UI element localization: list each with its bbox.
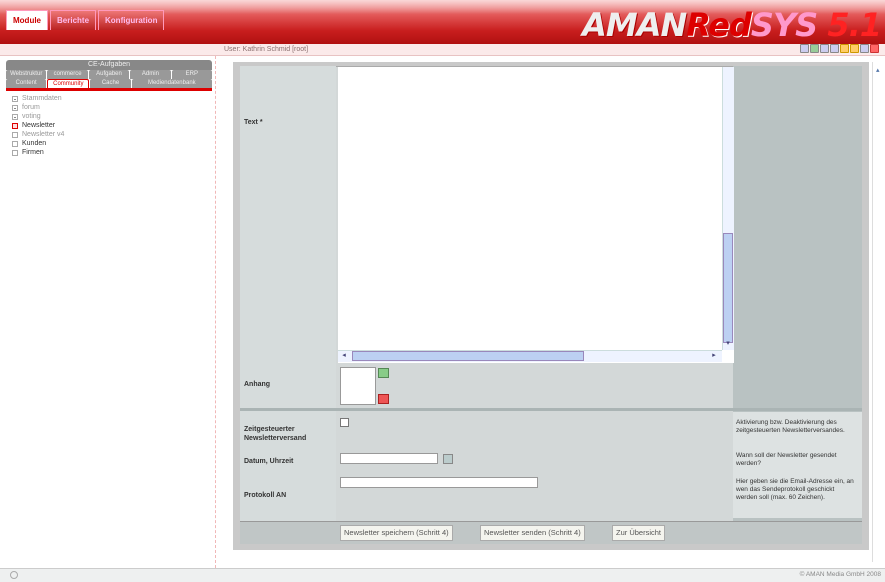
tree-item-newsletter[interactable]: Newsletter <box>12 121 64 130</box>
page-scroll-up-arrow-icon[interactable]: ▴ <box>876 66 880 74</box>
sidebar-tab-mediendatenbank[interactable]: Mediendatenbank <box>131 79 213 88</box>
section-divider <box>240 408 862 411</box>
tab-module[interactable]: Module <box>6 10 48 30</box>
sidebar-tab-commerce[interactable]: commerce <box>47 70 88 79</box>
node-icon <box>12 149 18 156</box>
label-column <box>240 66 336 544</box>
datetime-label: Datum, Uhrzeit <box>244 458 294 465</box>
tab-konfiguration[interactable]: Konfiguration <box>98 10 165 30</box>
sidebar-tab-webstruktur[interactable]: Webstruktur <box>6 70 47 79</box>
sidebar-tab-underline <box>6 88 212 91</box>
status-circle-icon <box>10 571 18 579</box>
scheduled-send-label: Zeitgesteuerter Newsletterversand <box>244 426 307 442</box>
save-newsletter-button[interactable]: Newsletter speichern (Schritt 4) <box>340 525 453 541</box>
sidebar-tab-erp[interactable]: ERP <box>171 70 213 79</box>
help-protocol: Hier geben sie die Email-Adresse ein, an… <box>736 478 854 501</box>
datetime-input[interactable] <box>340 453 438 464</box>
calendar-icon[interactable] <box>443 454 453 464</box>
sidebar-tab-content[interactable]: Content <box>6 79 47 88</box>
attachment-label: Anhang <box>244 381 271 388</box>
attachment-list[interactable] <box>340 367 376 405</box>
sidebar-tab-community[interactable]: Community <box>47 79 90 88</box>
navigation-tree: Stammdaten forum voting Newsletter Newsl… <box>12 94 64 157</box>
node-icon <box>12 131 18 138</box>
text-label: Text * <box>244 119 263 126</box>
tree-item-newsletter-v4[interactable]: Newsletter v4 <box>12 130 64 139</box>
main-tabs: Module Berichte Konfiguration <box>6 10 165 30</box>
active-node-icon <box>12 122 18 129</box>
scroll-left-arrow-icon[interactable]: ◂ <box>339 351 349 361</box>
help-datetime: Wann soll der Newsletter gesendet werden… <box>736 452 837 467</box>
scroll-down-arrow-icon[interactable]: ▾ <box>723 339 733 349</box>
expand-icon[interactable] <box>12 95 18 102</box>
home-icon[interactable] <box>820 44 829 53</box>
sidebar-title[interactable]: CE-Aufgaben <box>6 60 212 70</box>
text-editor[interactable] <box>338 67 734 363</box>
overview-button[interactable]: Zur Übersicht <box>612 525 666 541</box>
send-newsletter-button[interactable]: Newsletter senden (Schritt 4) <box>480 525 585 541</box>
remove-attachment-icon[interactable] <box>378 394 389 404</box>
app-logo: AMANRedSYS 5.1 <box>582 6 882 44</box>
logout-icon[interactable] <box>870 44 879 53</box>
sidebar-tabs-row-1: Webstruktur commerce Aufgaben Admin ERP <box>6 70 213 79</box>
lock-icon[interactable] <box>840 44 849 53</box>
editor-vertical-scroll-thumb[interactable] <box>723 233 733 343</box>
expand-icon[interactable] <box>12 104 18 111</box>
editor-horizontal-scroll-thumb[interactable] <box>352 351 584 361</box>
tab-berichte[interactable]: Berichte <box>50 10 97 30</box>
tree-item-kunden[interactable]: Kunden <box>12 139 64 148</box>
add-attachment-icon[interactable] <box>378 368 389 378</box>
sidebar-tabs-row-2: Content Community Cache Mediendatenbank <box>6 79 213 88</box>
refresh-icon[interactable] <box>810 44 819 53</box>
document-icon[interactable] <box>830 44 839 53</box>
sidebar-tab-admin[interactable]: Admin <box>130 70 171 79</box>
node-icon <box>12 140 18 147</box>
help-scheduled: Aktivierung bzw. Deaktivierung des zeitg… <box>736 419 845 434</box>
user-icon[interactable] <box>860 44 869 53</box>
sidebar-tab-cache[interactable]: Cache <box>90 79 131 88</box>
sidebar-tab-aufgaben[interactable]: Aufgaben <box>88 70 130 79</box>
tree-item-firmen[interactable]: Firmen <box>12 148 64 157</box>
tree-item-voting[interactable]: voting <box>12 112 64 121</box>
window-icon[interactable] <box>800 44 809 53</box>
toolbar-icons <box>800 44 879 53</box>
copyright-text: © AMAN Media GmbH 2008 <box>799 571 881 578</box>
tree-item-forum[interactable]: forum <box>12 103 64 112</box>
tree-item-stammdaten[interactable]: Stammdaten <box>12 94 64 103</box>
current-user-label: User: Kathrin Schmid [root] <box>224 46 309 53</box>
scheduled-send-checkbox[interactable] <box>340 418 349 427</box>
scroll-right-arrow-icon[interactable]: ▸ <box>709 351 719 361</box>
user-bar <box>0 44 885 56</box>
warning-icon[interactable] <box>850 44 859 53</box>
page-vertical-scrollbar[interactable] <box>872 62 885 562</box>
status-bar <box>0 568 885 582</box>
sidebar: CE-Aufgaben Webstruktur commerce Aufgabe… <box>0 56 216 568</box>
expand-icon[interactable] <box>12 113 18 120</box>
protocol-recipient-label: Protokoll AN <box>244 492 287 499</box>
protocol-email-input[interactable] <box>340 477 538 488</box>
